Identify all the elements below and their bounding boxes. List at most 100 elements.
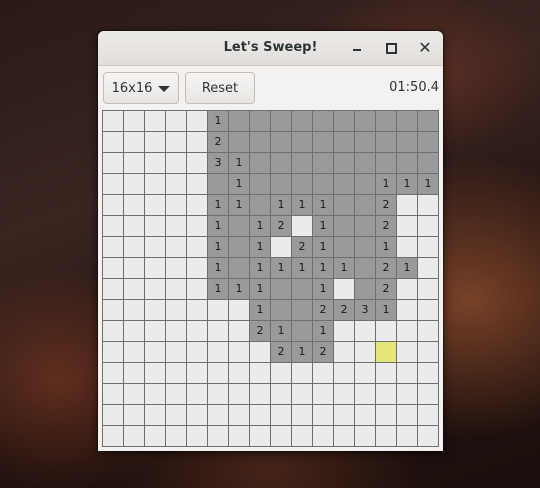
- covered-cell[interactable]: [250, 363, 270, 383]
- covered-cell[interactable]: [397, 363, 417, 383]
- covered-cell[interactable]: [145, 405, 165, 425]
- covered-cell[interactable]: [103, 300, 123, 320]
- covered-cell[interactable]: [145, 111, 165, 131]
- covered-cell[interactable]: [250, 405, 270, 425]
- covered-cell[interactable]: [187, 195, 207, 215]
- covered-cell[interactable]: [166, 237, 186, 257]
- covered-cell[interactable]: [187, 237, 207, 257]
- covered-cell[interactable]: [145, 132, 165, 152]
- covered-cell[interactable]: [292, 405, 312, 425]
- covered-cell[interactable]: [166, 111, 186, 131]
- covered-cell[interactable]: [229, 426, 249, 446]
- covered-cell[interactable]: [376, 426, 396, 446]
- covered-cell[interactable]: [355, 321, 375, 341]
- covered-cell[interactable]: [103, 279, 123, 299]
- covered-cell[interactable]: [187, 174, 207, 194]
- covered-cell[interactable]: [187, 363, 207, 383]
- covered-cell[interactable]: [271, 384, 291, 404]
- covered-cell[interactable]: [334, 342, 354, 362]
- covered-cell[interactable]: [124, 363, 144, 383]
- covered-cell[interactable]: [397, 426, 417, 446]
- covered-cell[interactable]: [103, 153, 123, 173]
- covered-cell[interactable]: [103, 237, 123, 257]
- covered-cell[interactable]: [145, 321, 165, 341]
- covered-cell[interactable]: [334, 405, 354, 425]
- covered-cell[interactable]: [187, 384, 207, 404]
- covered-cell[interactable]: [103, 132, 123, 152]
- covered-cell[interactable]: [124, 300, 144, 320]
- covered-cell[interactable]: [229, 321, 249, 341]
- covered-cell[interactable]: [208, 405, 228, 425]
- covered-cell[interactable]: [313, 384, 333, 404]
- covered-cell[interactable]: [166, 132, 186, 152]
- covered-cell[interactable]: [124, 279, 144, 299]
- covered-cell[interactable]: [397, 195, 417, 215]
- covered-cell[interactable]: [103, 405, 123, 425]
- covered-cell[interactable]: [313, 426, 333, 446]
- covered-cell[interactable]: [418, 363, 438, 383]
- board-size-dropdown[interactable]: 16x16: [103, 72, 179, 104]
- covered-cell[interactable]: [376, 321, 396, 341]
- covered-cell[interactable]: [376, 363, 396, 383]
- covered-cell[interactable]: [166, 174, 186, 194]
- covered-cell[interactable]: [187, 342, 207, 362]
- covered-cell[interactable]: [145, 174, 165, 194]
- covered-cell[interactable]: [103, 216, 123, 236]
- covered-cell[interactable]: [334, 279, 354, 299]
- covered-cell[interactable]: [166, 153, 186, 173]
- covered-cell[interactable]: [145, 384, 165, 404]
- title-bar[interactable]: Let's Sweep! ✕: [98, 31, 443, 66]
- covered-cell[interactable]: [292, 384, 312, 404]
- covered-cell[interactable]: [103, 111, 123, 131]
- covered-cell[interactable]: [418, 405, 438, 425]
- covered-cell[interactable]: [124, 258, 144, 278]
- covered-cell[interactable]: [187, 111, 207, 131]
- covered-cell[interactable]: [355, 342, 375, 362]
- covered-cell[interactable]: [418, 321, 438, 341]
- covered-cell[interactable]: [103, 195, 123, 215]
- covered-cell[interactable]: [103, 174, 123, 194]
- covered-cell[interactable]: [103, 321, 123, 341]
- covered-cell[interactable]: [166, 384, 186, 404]
- covered-cell[interactable]: [145, 258, 165, 278]
- covered-cell[interactable]: [145, 279, 165, 299]
- covered-cell[interactable]: [250, 384, 270, 404]
- covered-cell[interactable]: [124, 321, 144, 341]
- covered-cell[interactable]: [187, 216, 207, 236]
- covered-cell[interactable]: [376, 405, 396, 425]
- covered-cell[interactable]: [166, 342, 186, 362]
- covered-cell[interactable]: [418, 384, 438, 404]
- covered-cell[interactable]: [418, 216, 438, 236]
- covered-cell[interactable]: [292, 216, 312, 236]
- covered-cell[interactable]: [124, 384, 144, 404]
- covered-cell[interactable]: [145, 195, 165, 215]
- covered-cell[interactable]: [187, 426, 207, 446]
- covered-cell[interactable]: [166, 426, 186, 446]
- covered-cell[interactable]: [145, 363, 165, 383]
- covered-cell[interactable]: [166, 216, 186, 236]
- covered-cell[interactable]: [271, 363, 291, 383]
- covered-cell[interactable]: [124, 153, 144, 173]
- minimize-button[interactable]: [348, 39, 366, 57]
- covered-cell[interactable]: [187, 258, 207, 278]
- covered-cell[interactable]: [271, 237, 291, 257]
- close-button[interactable]: ✕: [416, 39, 434, 57]
- covered-cell[interactable]: [103, 384, 123, 404]
- covered-cell[interactable]: [187, 405, 207, 425]
- covered-cell[interactable]: [355, 384, 375, 404]
- covered-cell[interactable]: [397, 300, 417, 320]
- covered-cell[interactable]: [124, 111, 144, 131]
- covered-cell[interactable]: [418, 300, 438, 320]
- covered-cell[interactable]: [397, 405, 417, 425]
- covered-cell[interactable]: [208, 300, 228, 320]
- covered-cell[interactable]: [124, 342, 144, 362]
- covered-cell[interactable]: [334, 384, 354, 404]
- covered-cell[interactable]: [103, 258, 123, 278]
- covered-cell[interactable]: [145, 216, 165, 236]
- covered-cell[interactable]: [418, 237, 438, 257]
- covered-cell[interactable]: [208, 321, 228, 341]
- covered-cell[interactable]: [313, 363, 333, 383]
- covered-cell[interactable]: [145, 153, 165, 173]
- covered-cell[interactable]: [208, 342, 228, 362]
- covered-cell[interactable]: [355, 426, 375, 446]
